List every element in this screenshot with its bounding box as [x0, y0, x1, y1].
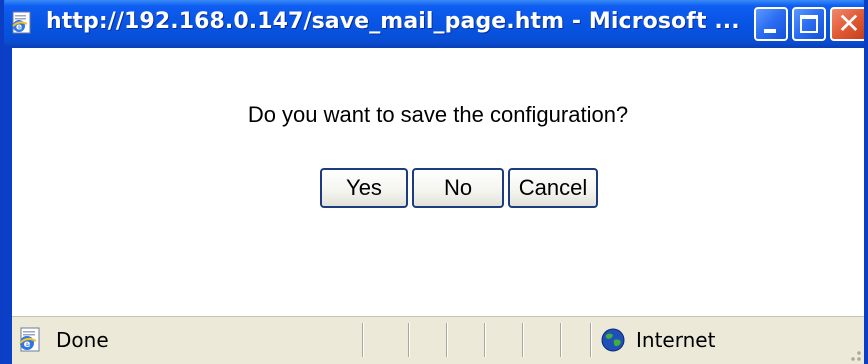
status-divider	[362, 323, 364, 357]
ie-page-icon: e	[12, 11, 31, 34]
yes-button[interactable]: Yes	[320, 168, 408, 208]
minimize-button[interactable]	[754, 7, 788, 41]
status-divider	[408, 323, 410, 357]
cancel-button[interactable]: Cancel	[508, 168, 598, 208]
browser-window: e http://192.168.0.147/save_mail_page.ht…	[0, 0, 868, 364]
globe-icon	[601, 328, 625, 352]
resize-grip[interactable]	[846, 346, 862, 362]
status-bar: e Done Internet	[12, 316, 864, 364]
window-title: http://192.168.0.147/save_mail_page.htm …	[46, 9, 740, 34]
no-button[interactable]: No	[412, 168, 504, 208]
svg-text:e: e	[16, 23, 22, 33]
status-divider	[446, 323, 448, 357]
minimize-icon	[764, 29, 776, 33]
close-button[interactable]: ✕	[830, 7, 864, 41]
close-icon: ✕	[837, 7, 861, 40]
maximize-icon	[800, 15, 818, 33]
status-divider	[484, 323, 486, 357]
svg-text:e: e	[24, 339, 31, 350]
status-text: Done	[56, 328, 109, 352]
status-divider	[560, 323, 562, 357]
ie-page-icon: e	[19, 327, 40, 352]
status-divider	[590, 323, 592, 357]
status-divider	[522, 323, 524, 357]
dialog-body: Do you want to save the configuration? Y…	[12, 48, 864, 316]
title-bar[interactable]: e http://192.168.0.147/save_mail_page.ht…	[4, 0, 864, 48]
security-zone-label: Internet	[636, 328, 716, 352]
maximize-button[interactable]	[792, 7, 826, 41]
save-config-question: Do you want to save the configuration?	[247, 102, 629, 127]
